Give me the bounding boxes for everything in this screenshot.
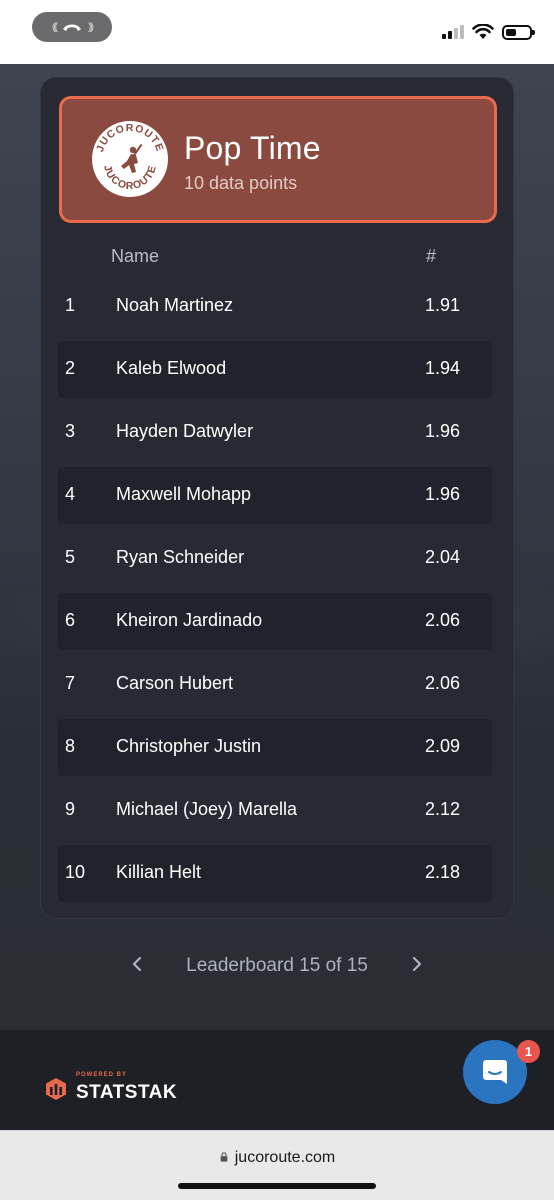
row-value: 2.06 bbox=[425, 673, 461, 693]
table-row[interactable]: 9 Michael (Joey) Marella 2.12 bbox=[58, 782, 492, 839]
leaderboard-pager: Leaderboard 15 of 15 bbox=[0, 952, 554, 982]
table-row[interactable]: 1 Noah Martinez 1.91 bbox=[58, 278, 492, 335]
home-indicator[interactable] bbox=[178, 1183, 376, 1189]
call-wave-right-icon: ))) bbox=[88, 21, 94, 33]
row-value: 1.94 bbox=[425, 358, 461, 378]
row-player-name: Michael (Joey) Marella bbox=[116, 799, 298, 819]
active-call-pill[interactable]: ((( ))) bbox=[32, 12, 112, 42]
leaderboard-title: Pop Time bbox=[184, 130, 321, 166]
status-icons bbox=[442, 20, 535, 44]
column-header-name: Name bbox=[111, 246, 160, 266]
row-rank: 9 bbox=[65, 799, 76, 819]
statstak-brand: STATSTAK bbox=[76, 1082, 178, 1103]
chevron-right-icon[interactable] bbox=[410, 954, 424, 974]
row-player-name: Kaleb Elwood bbox=[116, 358, 227, 378]
row-value: 1.91 bbox=[425, 295, 461, 315]
row-player-name: Noah Martinez bbox=[116, 295, 234, 315]
phone-call-icon bbox=[63, 24, 81, 31]
row-player-name: Hayden Datwyler bbox=[116, 421, 254, 441]
row-rank: 6 bbox=[65, 610, 76, 630]
row-rank: 3 bbox=[65, 421, 76, 441]
battery-icon bbox=[502, 24, 535, 40]
table-row[interactable]: 6 Kheiron Jardinado 2.06 bbox=[58, 593, 492, 650]
row-rank: 7 bbox=[65, 673, 76, 693]
notification-badge: 1 bbox=[517, 1040, 540, 1063]
row-value: 2.09 bbox=[425, 736, 461, 756]
row-player-name: Christopher Justin bbox=[116, 736, 262, 756]
powered-by-label: POWERED BY bbox=[76, 1072, 128, 1078]
url-text: jucoroute.com bbox=[234, 1149, 336, 1166]
wifi-icon bbox=[472, 24, 494, 39]
row-rank: 4 bbox=[65, 484, 76, 504]
leaderboard-rows: 1 Noah Martinez 1.91 2 Kaleb Elwood 1.94… bbox=[58, 278, 492, 908]
table-row[interactable]: 2 Kaleb Elwood 1.94 bbox=[58, 341, 492, 398]
row-value: 1.96 bbox=[425, 484, 461, 504]
row-value: 1.96 bbox=[425, 421, 461, 441]
table-row[interactable]: 8 Christopher Justin 2.09 bbox=[58, 719, 492, 776]
statstak-logo-icon bbox=[46, 1078, 66, 1100]
call-wave-left-icon: ((( bbox=[52, 21, 58, 33]
leaderboard-subtitle: 10 data points bbox=[184, 173, 298, 193]
row-value: 2.18 bbox=[425, 862, 461, 882]
row-player-name: Kheiron Jardinado bbox=[116, 610, 263, 630]
chat-bubble-icon bbox=[483, 1060, 507, 1084]
row-value: 2.06 bbox=[425, 610, 461, 630]
table-row[interactable]: 5 Ryan Schneider 2.04 bbox=[58, 530, 492, 587]
row-rank: 5 bbox=[65, 547, 76, 567]
row-player-name: Ryan Schneider bbox=[116, 547, 245, 567]
cellular-signal-icon bbox=[442, 25, 464, 39]
row-rank: 2 bbox=[65, 358, 76, 378]
row-rank: 8 bbox=[65, 736, 76, 756]
pager-label: Leaderboard 15 of 15 bbox=[186, 955, 368, 976]
row-player-name: Maxwell Mohapp bbox=[116, 484, 252, 504]
lock-icon bbox=[220, 1152, 228, 1162]
row-player-name: Killian Helt bbox=[116, 862, 202, 882]
row-value: 2.12 bbox=[425, 799, 461, 819]
row-value: 2.04 bbox=[425, 547, 461, 567]
table-row[interactable]: 3 Hayden Datwyler 1.96 bbox=[58, 404, 492, 461]
row-player-name: Carson Hubert bbox=[116, 673, 234, 693]
browser-url-bar[interactable]: jucoroute.com bbox=[0, 1130, 554, 1200]
jucoroute-logo: JUCOROUTE JUCOROUTE bbox=[92, 121, 168, 197]
table-row[interactable]: 7 Carson Hubert 2.06 bbox=[58, 656, 492, 713]
leaderboard-header: JUCOROUTE JUCOROUTE Pop Time 10 data poi… bbox=[59, 96, 497, 223]
column-header-value: # bbox=[426, 246, 437, 266]
leaderboard-card: JUCOROUTE JUCOROUTE Pop Time 10 data poi… bbox=[40, 77, 514, 919]
table-row[interactable]: 10 Killian Helt 2.18 bbox=[58, 845, 492, 902]
row-rank: 1 bbox=[65, 295, 76, 315]
row-rank: 10 bbox=[65, 862, 86, 882]
statstak-link[interactable]: POWERED BY STATSTAK bbox=[44, 1072, 178, 1104]
table-row[interactable]: 4 Maxwell Mohapp 1.96 bbox=[58, 467, 492, 524]
url-display[interactable]: jucoroute.com bbox=[0, 1149, 554, 1167]
status-bar: ((( ))) bbox=[0, 0, 554, 64]
